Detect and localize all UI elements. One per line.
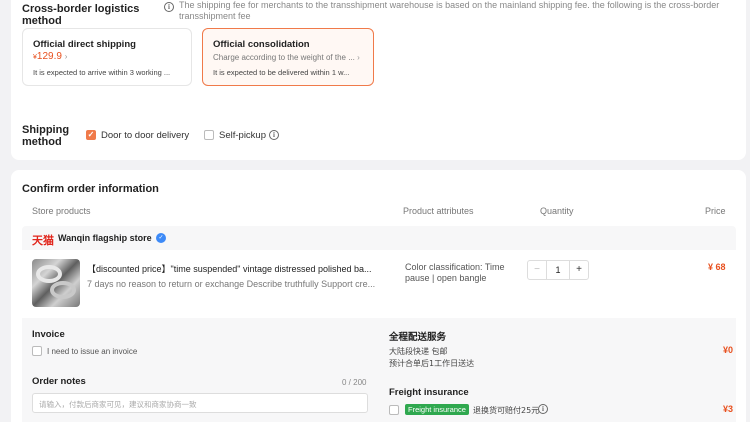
quantity-stepper[interactable]: − 1 +: [527, 260, 589, 280]
product-price: ¥ 68: [708, 262, 726, 272]
option-eta: It is expected to be delivered within 1 …: [213, 68, 350, 77]
delivery-service-title: 全程配送服务: [389, 332, 447, 343]
freight-insurance-checkbox[interactable]: [389, 405, 399, 415]
freight-insurance-desc: 退换货可赔付25元: [473, 406, 540, 415]
option-eta: It is expected to arrive within 3 workin…: [33, 68, 171, 77]
info-icon[interactable]: i: [538, 404, 548, 414]
option-direct-shipping[interactable]: Official direct shipping ¥129.9 › It is …: [22, 28, 192, 86]
col-price: Price: [705, 206, 726, 216]
verified-icon: ✓: [156, 233, 166, 243]
info-icon[interactable]: i: [164, 2, 174, 12]
logistics-note: The shipping fee for merchants to the tr…: [179, 0, 720, 21]
logistics-card: Cross-border logistics method i The ship…: [11, 0, 746, 160]
chevron-right-icon: ›: [64, 52, 68, 61]
order-title: Confirm order information: [22, 183, 159, 195]
option-desc: Charge according to the weight of the ..…: [213, 53, 360, 62]
delivery-price: ¥0: [723, 345, 734, 355]
store-header: 天猫 Wanqin flagship store ✓: [22, 226, 736, 250]
invoice-checkbox[interactable]: [32, 346, 42, 356]
product-service-tags: 7 days no reason to return or exchange D…: [87, 279, 376, 289]
col-product-attributes: Product attributes: [403, 206, 474, 216]
door-delivery-checkbox[interactable]: ✓: [86, 130, 96, 140]
product-attributes: Color classification: Time pause | open …: [405, 262, 505, 283]
option-consolidation[interactable]: Official consolidation Charge according …: [202, 28, 374, 86]
store-name[interactable]: Wanqin flagship store: [58, 233, 152, 243]
self-pickup-checkbox[interactable]: [204, 130, 214, 140]
option-title: Official direct shipping: [33, 39, 136, 50]
self-pickup-label[interactable]: Self-pickup: [219, 130, 266, 141]
invoice-title: Invoice: [32, 329, 65, 340]
freight-insurance-title: Freight insurance: [389, 387, 469, 398]
increment-button[interactable]: +: [570, 261, 588, 279]
freight-insurance-price: ¥3: [723, 404, 734, 414]
invoice-label[interactable]: I need to issue an invoice: [47, 347, 137, 356]
option-price: ¥129.9 ›: [33, 51, 68, 62]
decrement-button[interactable]: −: [528, 261, 546, 279]
product-thumbnail[interactable]: [32, 259, 80, 307]
order-notes-input[interactable]: 请输入，付款后商家可见，建议和商家协商一致: [32, 393, 368, 413]
col-store-products: Store products: [32, 206, 91, 216]
info-icon[interactable]: i: [269, 130, 279, 140]
order-card: Confirm order information Store products…: [11, 170, 746, 422]
quantity-value[interactable]: 1: [546, 261, 570, 279]
shipping-method-title: Shipping method: [22, 124, 70, 148]
logistics-title: Cross-border logistics method: [22, 3, 140, 27]
delivery-line-2: 预计合单后1工作日送达: [389, 359, 475, 368]
tmall-logo: 天猫: [32, 234, 54, 247]
freight-insurance-tag: Freight insurance: [405, 404, 469, 415]
chevron-right-icon: ›: [357, 53, 360, 62]
product-name[interactable]: 【discounted price】"time suspended" vinta…: [87, 262, 387, 275]
col-quantity: Quantity: [540, 206, 574, 216]
option-title: Official consolidation: [213, 39, 310, 50]
door-delivery-label[interactable]: Door to door delivery: [101, 130, 189, 141]
delivery-line-1: 大陆段快递 包邮: [389, 347, 448, 356]
notes-char-count: 0 / 200: [342, 378, 367, 387]
order-extras: Invoice I need to issue an invoice Order…: [22, 318, 736, 422]
order-notes-title: Order notes: [32, 376, 86, 387]
